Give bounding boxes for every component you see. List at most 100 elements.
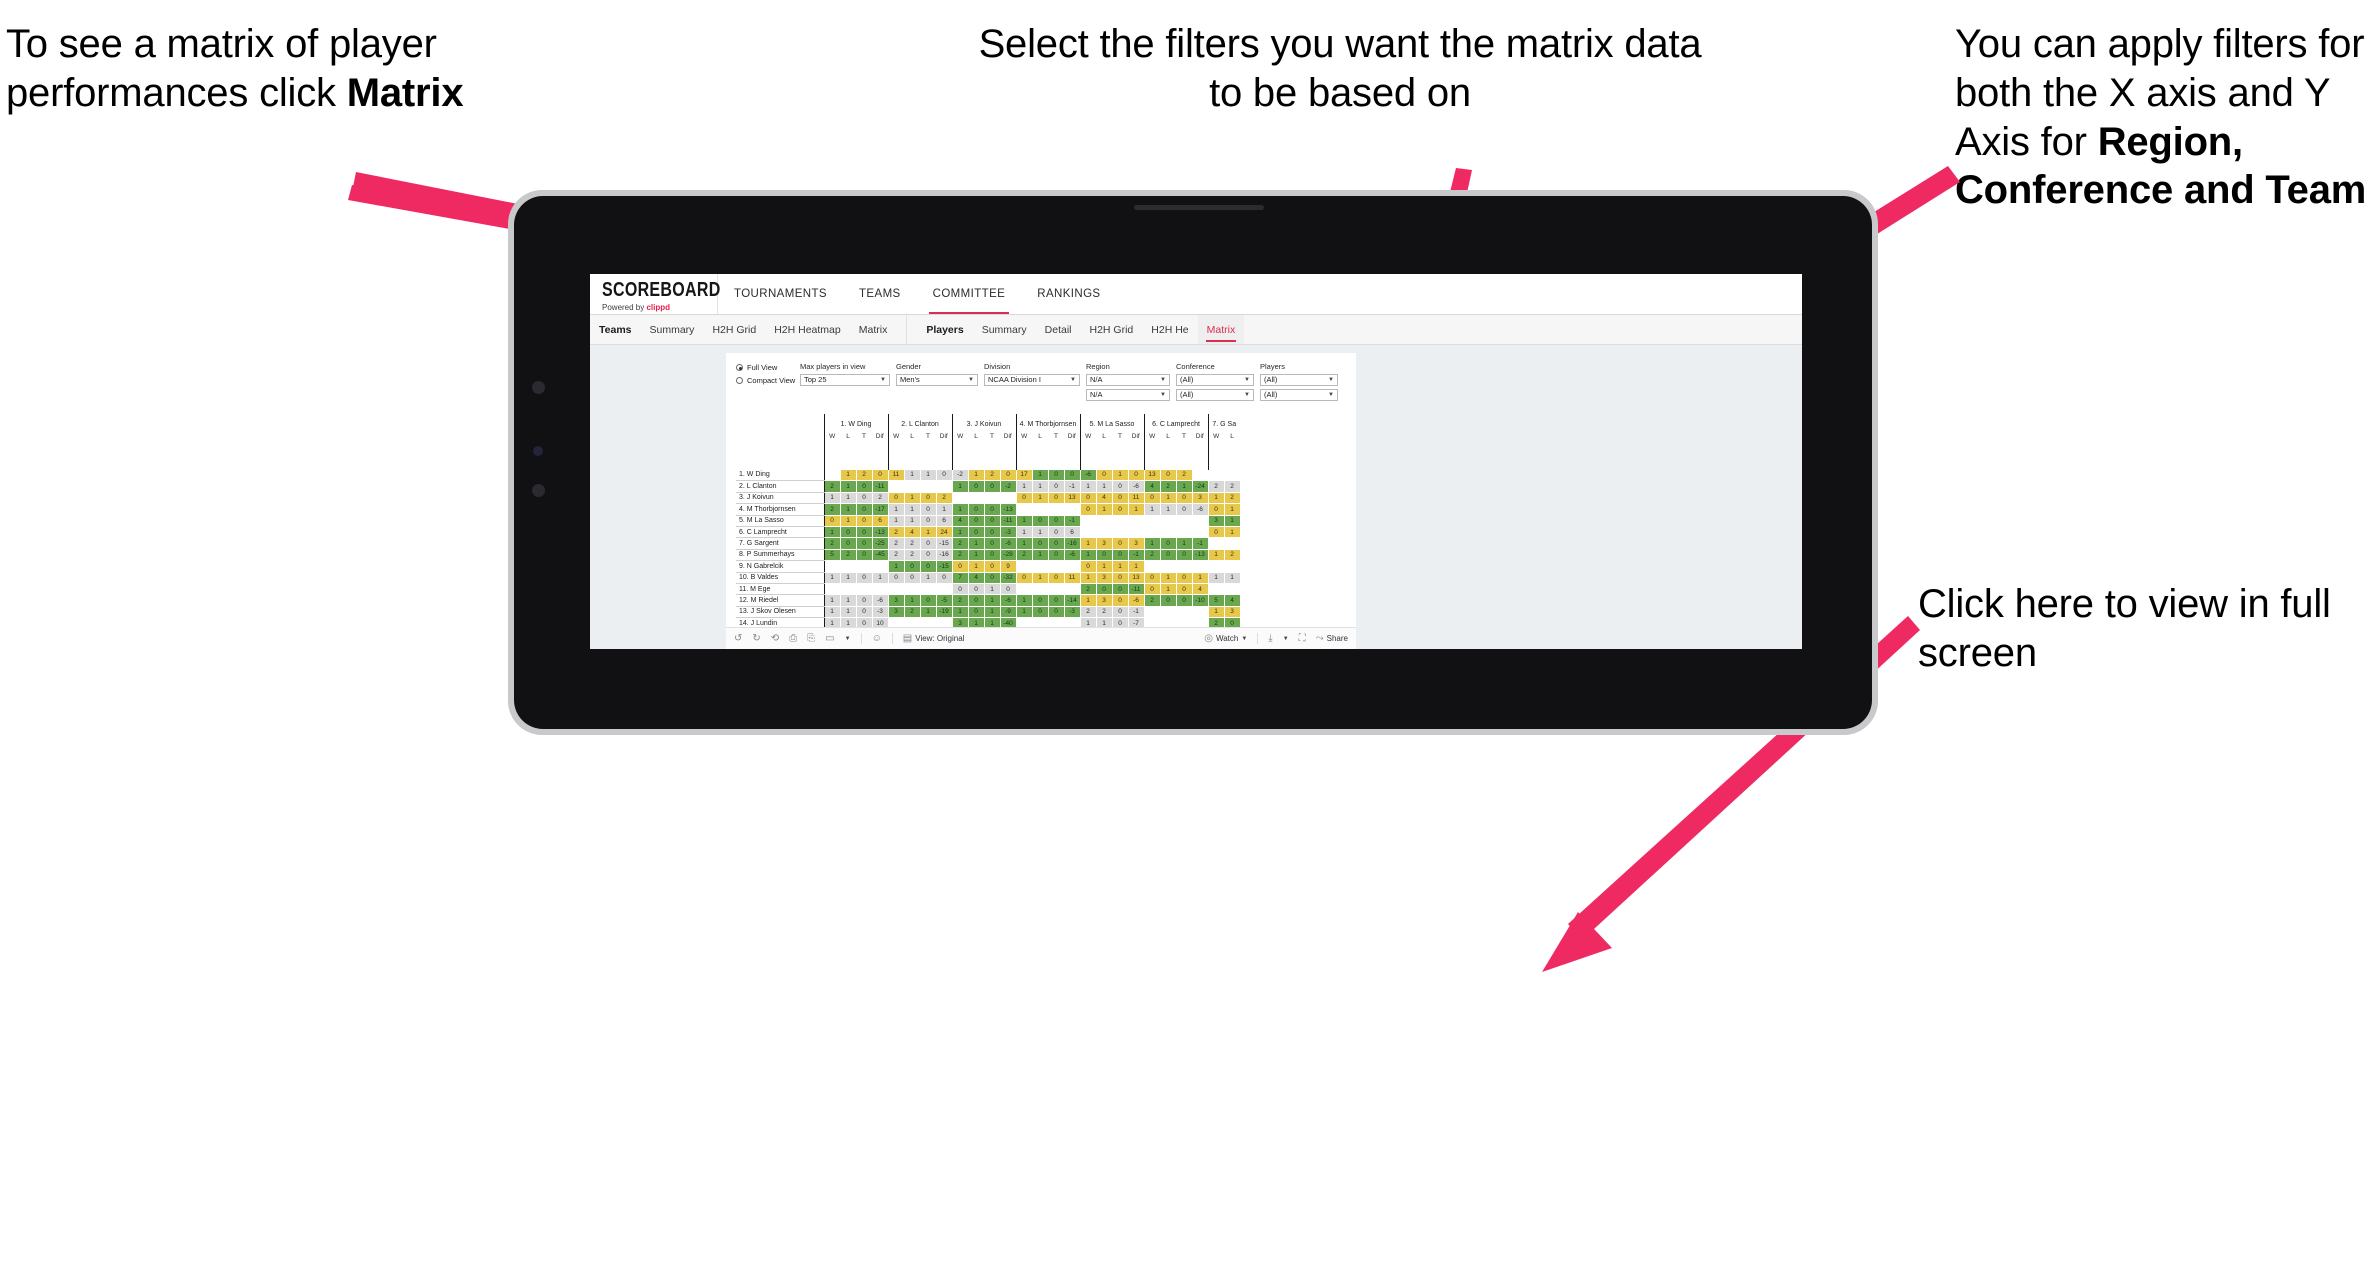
matrix-cell[interactable] bbox=[1224, 583, 1241, 596]
sub-tab-players-matrix[interactable]: Matrix bbox=[1197, 315, 1245, 344]
matrix-cell[interactable]: 0 bbox=[984, 503, 1001, 516]
matrix-cell[interactable]: 2 bbox=[1143, 549, 1161, 562]
matrix-cell[interactable]: 2 bbox=[1079, 606, 1097, 619]
undo-icon[interactable]: ↺ bbox=[734, 633, 742, 644]
matrix-cell[interactable]: 2 bbox=[1224, 549, 1241, 562]
matrix-cell[interactable]: -11 bbox=[872, 480, 889, 493]
matrix-cell[interactable]: -6 bbox=[1128, 480, 1145, 493]
matrix-cell[interactable]: 0 bbox=[984, 537, 1001, 550]
sub-tab-teams-h2h-grid[interactable]: H2H Grid bbox=[703, 315, 765, 344]
matrix-cell[interactable]: -1 bbox=[1128, 549, 1145, 562]
matrix-cell[interactable]: 0 bbox=[1112, 572, 1129, 584]
matrix-cell[interactable]: 0 bbox=[1048, 606, 1065, 619]
matrix-cell[interactable]: -16 bbox=[1064, 537, 1081, 550]
matrix-cell[interactable]: 2 bbox=[1207, 480, 1225, 493]
matrix-cell[interactable]: 1 bbox=[920, 606, 937, 619]
matrix-cell[interactable]: -24 bbox=[1192, 480, 1209, 493]
matrix-cell[interactable] bbox=[1112, 515, 1129, 527]
matrix-cell[interactable]: -2 bbox=[1000, 480, 1017, 493]
matrix-cell[interactable]: 1 bbox=[1112, 560, 1129, 573]
matrix-cell[interactable] bbox=[1192, 469, 1209, 482]
matrix-cell[interactable]: 4 bbox=[1096, 492, 1113, 505]
matrix-cell[interactable] bbox=[887, 583, 905, 596]
matrix-cell[interactable]: 7 bbox=[951, 572, 969, 584]
matrix-column-header[interactable]: 5. M La Sasso bbox=[1079, 413, 1144, 430]
matrix-cell[interactable]: 17 bbox=[1015, 469, 1033, 482]
matrix-cell[interactable]: 1 bbox=[1032, 480, 1049, 493]
matrix-cell[interactable]: 0 bbox=[1160, 537, 1177, 550]
matrix-row-label[interactable]: 11. M Ege bbox=[736, 583, 824, 596]
matrix-cell[interactable]: 1 bbox=[904, 469, 921, 482]
matrix-cell[interactable]: 1 bbox=[951, 503, 969, 516]
matrix-cell[interactable]: -14 bbox=[1064, 594, 1081, 607]
table-row[interactable]: 11. M Ege 0 0 1 0 2 0 0 -11 0 1 0 4 bbox=[736, 583, 1241, 596]
matrix-cell[interactable]: -3 bbox=[1064, 606, 1081, 619]
matrix-cell[interactable] bbox=[1079, 526, 1097, 539]
matrix-cell[interactable] bbox=[1015, 560, 1033, 573]
matrix-cell[interactable]: 3 bbox=[1128, 537, 1145, 550]
matrix-cell[interactable]: 0 bbox=[951, 583, 969, 596]
matrix-cell[interactable]: 1 bbox=[1032, 526, 1049, 539]
matrix-cell[interactable]: 1 bbox=[968, 560, 985, 573]
matrix-cell[interactable]: 1 bbox=[1143, 537, 1161, 550]
matrix-cell[interactable]: 9 bbox=[1000, 560, 1017, 573]
sub-tab-teams-summary[interactable]: Summary bbox=[641, 315, 704, 344]
matrix-cell[interactable]: -2 bbox=[951, 469, 969, 482]
matrix-cell[interactable]: 1 bbox=[840, 492, 857, 505]
matrix-cell[interactable]: 3 bbox=[1207, 515, 1225, 527]
matrix-cell[interactable] bbox=[1064, 560, 1081, 573]
matrix-cell[interactable]: 0 bbox=[1112, 549, 1129, 562]
matrix-cell[interactable]: -1 bbox=[1064, 515, 1081, 527]
matrix-cell[interactable]: 1 bbox=[1128, 560, 1145, 573]
matrix-cell[interactable]: 2 bbox=[1224, 480, 1241, 493]
table-row[interactable]: 3. J Koivun 1 1 0 2 0 1 0 2 0 1 0 13 0 4 0 11 0 1 0 3 1 2 bbox=[736, 492, 1241, 505]
matrix-cell[interactable] bbox=[984, 492, 1001, 505]
matrix-cell[interactable]: -17 bbox=[872, 503, 889, 516]
matrix-cell[interactable]: 0 bbox=[823, 515, 841, 527]
matrix-cell[interactable]: 0 bbox=[1096, 469, 1113, 482]
redo-icon[interactable]: ↻ bbox=[752, 633, 760, 644]
matrix-cell[interactable]: 1 bbox=[840, 515, 857, 527]
matrix-cell[interactable] bbox=[1224, 560, 1241, 573]
matrix-cell[interactable]: 2 bbox=[856, 469, 873, 482]
matrix-cell[interactable]: 1 bbox=[1015, 594, 1033, 607]
filter-players-select-x[interactable]: (All) ▼ bbox=[1260, 373, 1338, 386]
matrix-cell[interactable]: 1 bbox=[840, 606, 857, 619]
matrix-cell[interactable]: 0 bbox=[984, 480, 1001, 493]
matrix-cell[interactable]: 1 bbox=[887, 515, 905, 527]
matrix-cell[interactable]: 4 bbox=[1143, 480, 1161, 493]
matrix-cell[interactable]: 0 bbox=[1176, 583, 1193, 596]
matrix-cell[interactable]: 0 bbox=[856, 480, 873, 493]
sub-tab-players-h2h-grid[interactable]: H2H Grid bbox=[1081, 315, 1143, 344]
matrix-cell[interactable]: 0 bbox=[968, 583, 985, 596]
matrix-cell[interactable]: 1 bbox=[1207, 606, 1225, 619]
matrix-column-header[interactable]: 2. L Clanton bbox=[887, 413, 952, 430]
matrix-cell[interactable] bbox=[1160, 560, 1177, 573]
table-row[interactable]: 13. J Skov Olesen 1 1 0 -3 3 2 1 -19 1 0 1 -9 1 0 0 -3 2 2… bbox=[736, 606, 1241, 619]
matrix-cell[interactable] bbox=[1128, 515, 1145, 527]
filter-division-select[interactable]: NCAA Division I ▼ bbox=[984, 373, 1080, 386]
matrix-cell[interactable]: -13 bbox=[1000, 503, 1017, 516]
matrix-cell[interactable] bbox=[1032, 560, 1049, 573]
help-icon[interactable]: ☺ bbox=[872, 633, 882, 644]
sub-tab-players-h2h-heatmap[interactable]: H2H He bbox=[1142, 315, 1197, 344]
matrix-cell[interactable]: 1 bbox=[1015, 526, 1033, 539]
matrix-cell[interactable]: 0 bbox=[920, 560, 937, 573]
matrix-cell[interactable]: 1 bbox=[1207, 549, 1225, 562]
matrix-cell[interactable]: -6 bbox=[1192, 503, 1209, 516]
matrix-cell[interactable]: -9 bbox=[1000, 606, 1017, 619]
matrix-cell[interactable] bbox=[1143, 526, 1161, 539]
filter-conference-select-x[interactable]: (All) ▼ bbox=[1176, 373, 1254, 386]
matrix-cell[interactable]: 1 bbox=[1015, 515, 1033, 527]
filter-conference-select-y[interactable]: (All) ▼ bbox=[1176, 388, 1254, 401]
matrix-cell[interactable]: 11 bbox=[1128, 492, 1145, 505]
matrix-cell[interactable]: 1 bbox=[1015, 606, 1033, 619]
matrix-cell[interactable]: 3 bbox=[1224, 606, 1241, 619]
matrix-row-label[interactable]: 13. J Skov Olesen bbox=[736, 606, 824, 619]
matrix-cell[interactable] bbox=[1207, 469, 1225, 482]
matrix-cell[interactable]: 4 bbox=[968, 572, 985, 584]
matrix-cell[interactable]: 2 bbox=[951, 594, 969, 607]
matrix-cell[interactable]: 0 bbox=[840, 526, 857, 539]
sub-tab-players-detail[interactable]: Detail bbox=[1036, 315, 1081, 344]
matrix-row-label[interactable]: 6. C Lamprecht bbox=[736, 526, 824, 539]
